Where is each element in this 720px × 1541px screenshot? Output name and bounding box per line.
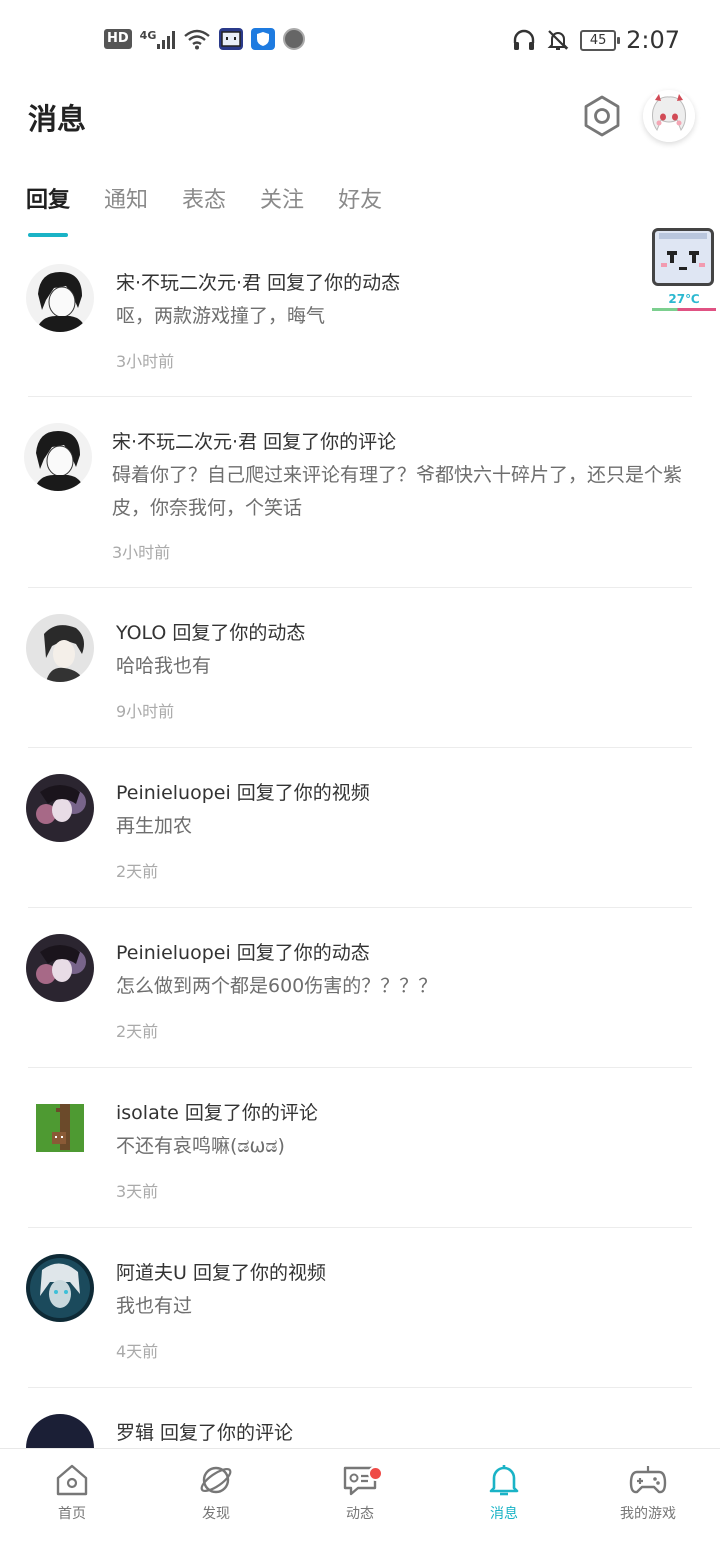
reply-time: 3小时前 (116, 352, 175, 371)
reply-title: YOLO 回复了你的动态 (116, 622, 306, 644)
clock: 2:07 (626, 26, 680, 54)
reply-title: Peinieluopei 回复了你的动态 (116, 942, 370, 964)
reply-title: 宋·不玩二次元·君 回复了你的评论 (112, 431, 397, 453)
nav-my-games-label: 我的游戏 (620, 1506, 676, 1522)
tab-friends-label: 好友 (338, 188, 383, 213)
nav-messages[interactable]: 消息 (432, 1449, 576, 1541)
nav-feed[interactable]: 动态 (288, 1449, 432, 1541)
tab-reaction[interactable]: 表态 (182, 184, 226, 218)
cell-signal-icon: 4G (140, 29, 176, 49)
notification-dot (368, 1466, 383, 1481)
tab-notice-label: 通知 (104, 188, 149, 213)
tab-reply[interactable]: 回复 (26, 184, 71, 237)
wifi-icon (184, 29, 211, 50)
list-item[interactable]: 宋·不玩二次元·君 回复了你的动态 呕，两款游戏撞了，晦气 3小时前 (26, 238, 692, 397)
planet-icon (200, 1466, 232, 1494)
tab-friends[interactable]: 好友 (338, 184, 382, 218)
list-item[interactable]: 阿道夫U 回复了你的视频 我也有过 4天前 (26, 1228, 692, 1388)
reply-title: Peinieluopei 回复了你的视频 (116, 782, 370, 804)
tab-reaction-label: 表态 (182, 188, 227, 213)
reply-content: 哈哈我也有 (116, 655, 212, 677)
reply-time: 2天前 (116, 862, 159, 881)
message-tabs: 回复 通知 表态 关注 好友 (26, 184, 382, 237)
reply-time: 4天前 (116, 1342, 159, 1361)
reply-content: 碍着你了？自己爬过来评论有理了？爷都快六十碎片了，还只是个紫皮，你奈我何，个笑话 (112, 464, 683, 519)
settings-hex-icon (584, 95, 620, 137)
reply-title: 阿道夫U 回复了你的视频 (116, 1262, 326, 1284)
list-item[interactable]: Peinieluopei 回复了你的视频 再生加农 2天前 (26, 748, 692, 908)
network-type: 4G (139, 29, 157, 42)
nav-home[interactable]: 首页 (0, 1449, 144, 1541)
active-tab-indicator (28, 233, 68, 237)
avatar[interactable] (26, 774, 94, 842)
reply-time: 3天前 (116, 1182, 159, 1201)
list-item[interactable]: YOLO 回复了你的动态 哈哈我也有 9小时前 (26, 588, 692, 748)
status-left: HD 4G (104, 28, 306, 50)
home-icon (56, 1464, 88, 1496)
avatar[interactable] (26, 1254, 94, 1322)
status-bar: HD 4G 45 2:07 (0, 0, 720, 80)
reply-title: 罗辑 回复了你的评论 (116, 1422, 294, 1444)
user-avatar[interactable] (643, 90, 695, 142)
avatar[interactable] (26, 1094, 94, 1162)
avatar[interactable] (24, 423, 92, 491)
list-item[interactable]: Peinieluopei 回复了你的动态 怎么做到两个都是600伤害的？？？？ … (26, 908, 692, 1068)
hd-badge: HD (104, 29, 132, 49)
shield-app-icon (251, 28, 276, 50)
tab-follow[interactable]: 关注 (260, 184, 304, 218)
nav-my-games[interactable]: 我的游戏 (576, 1449, 720, 1541)
tab-reply-label: 回复 (26, 188, 71, 213)
nav-home-label: 首页 (58, 1506, 86, 1522)
battery-indicator: 45 (580, 29, 621, 51)
nav-feed-label: 动态 (346, 1506, 374, 1522)
nav-messages-label: 消息 (490, 1506, 518, 1522)
reply-content: 我也有过 (116, 1295, 193, 1317)
reply-time: 2天前 (116, 1022, 159, 1041)
reply-content: 怎么做到两个都是600伤害的？？？？ (116, 975, 438, 997)
avatar[interactable] (26, 264, 94, 332)
bottom-navigation: 首页 发现 动态 消息 我的游戏 (0, 1448, 720, 1541)
nav-discover[interactable]: 发现 (144, 1449, 288, 1541)
reply-content: 不还有哀鸣嘛(ಡωಡ) (116, 1135, 285, 1157)
reply-title: isolate 回复了你的评论 (116, 1102, 318, 1124)
tab-follow-label: 关注 (260, 188, 305, 213)
reply-time: 9小时前 (116, 702, 175, 721)
record-dot-icon (283, 28, 306, 50)
tab-notice[interactable]: 通知 (104, 184, 148, 218)
avatar[interactable] (26, 934, 94, 1002)
reply-title: 宋·不玩二次元·君 回复了你的动态 (116, 272, 401, 294)
list-item[interactable]: 宋·不玩二次元·君 回复了你的评论 碍着你了？自己爬过来评论有理了？爷都快六十碎… (24, 397, 692, 588)
headphones-icon (513, 29, 535, 50)
status-right: 45 2:07 (512, 26, 680, 54)
pet-app-icon (219, 28, 244, 50)
nav-discover-label: 发现 (202, 1506, 230, 1522)
list-item[interactable]: isolate 回复了你的评论 不还有哀鸣嘛(ಡωಡ) 3天前 (26, 1068, 692, 1228)
page-title: 消息 (28, 102, 87, 136)
bell-muted-icon (547, 30, 569, 50)
reply-content: 再生加农 (116, 815, 193, 837)
bell-icon (489, 1465, 519, 1496)
settings-button[interactable] (578, 92, 626, 140)
reply-content: 呕，两款游戏撞了，晦气 (116, 305, 326, 327)
reply-time: 3小时前 (112, 543, 171, 562)
gamepad-icon (629, 1466, 667, 1494)
reply-list: 宋·不玩二次元·君 回复了你的动态 呕，两款游戏撞了，晦气 3小时前 宋·不玩二… (0, 238, 720, 1482)
avatar[interactable] (26, 614, 94, 682)
